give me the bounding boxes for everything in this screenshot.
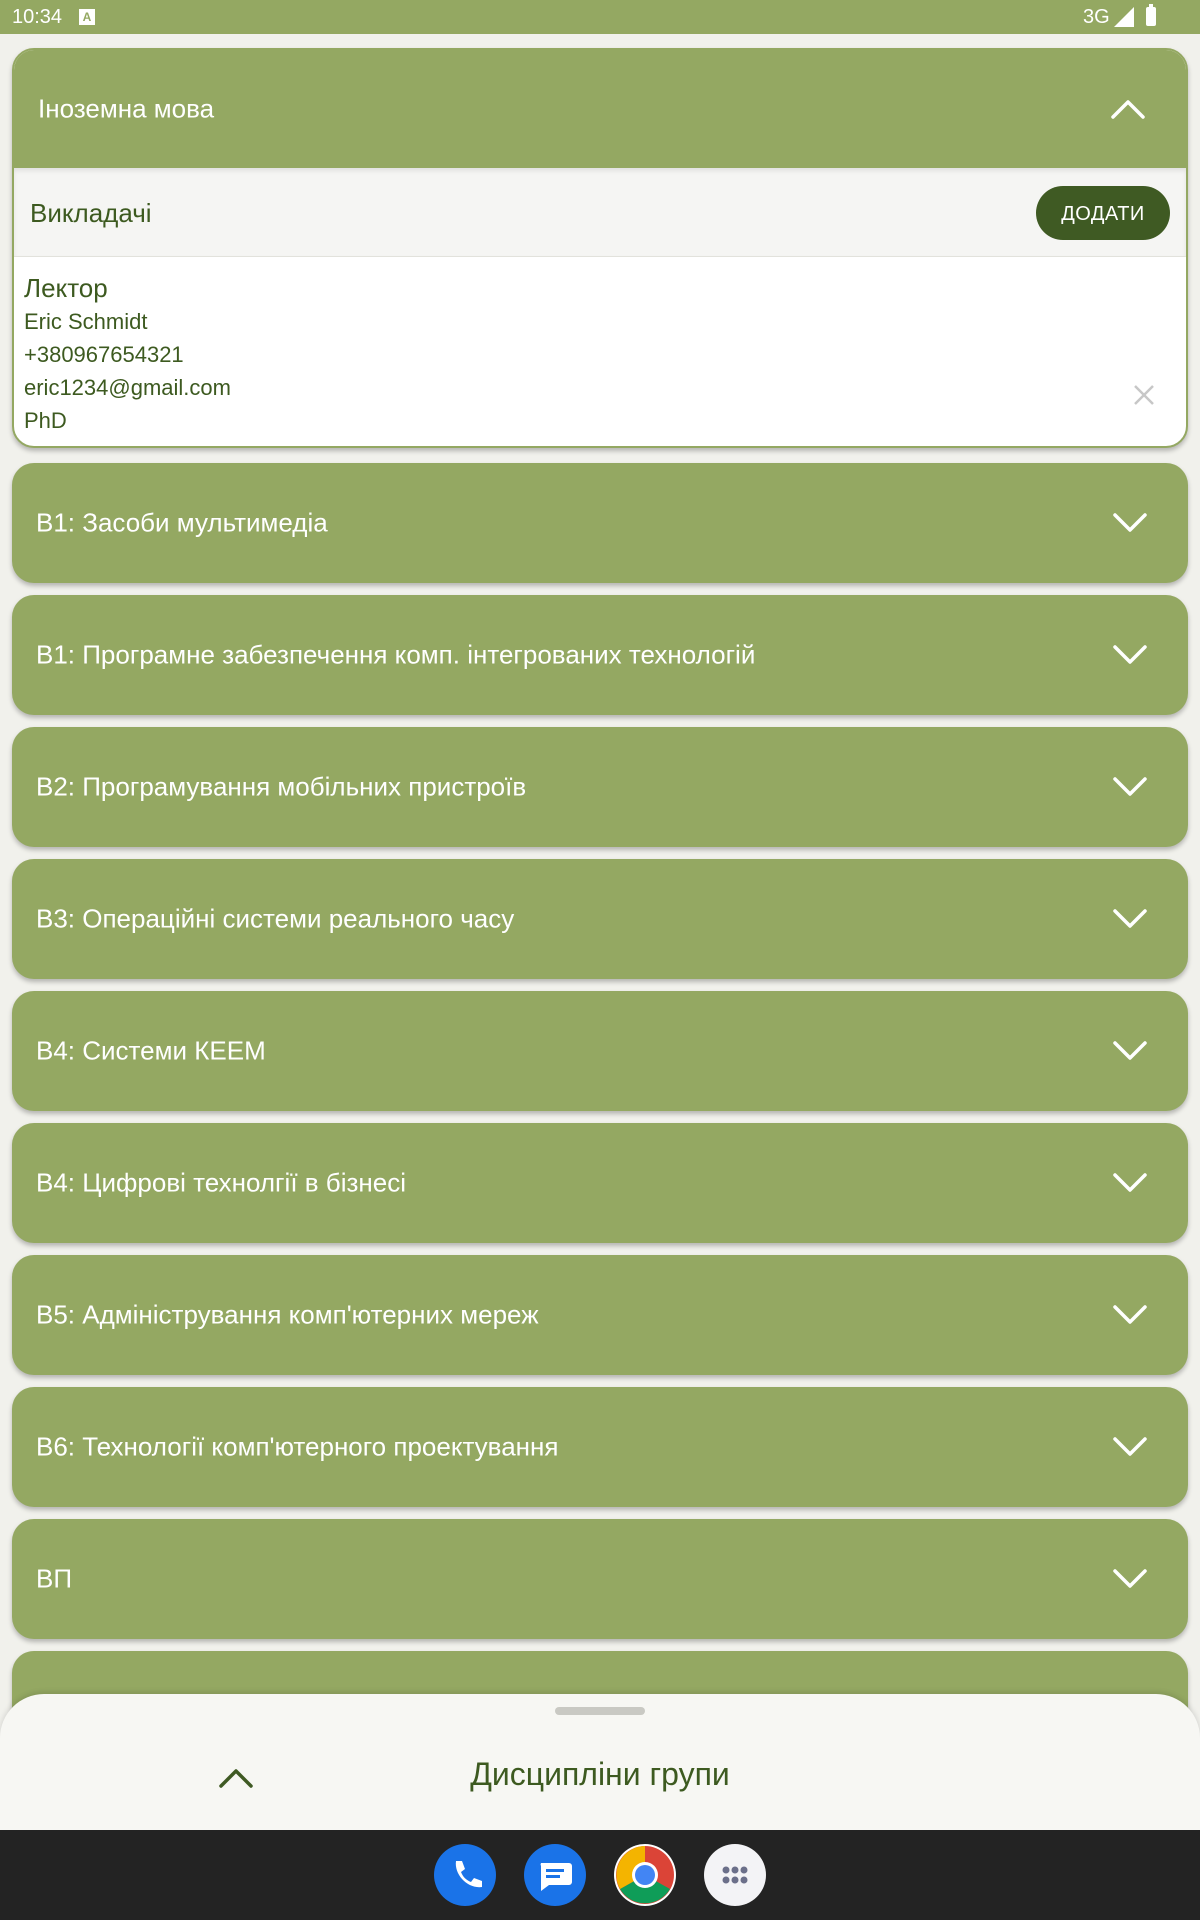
subject-card[interactable]: В3: Операційні системи реального часу bbox=[12, 859, 1188, 979]
subject-card[interactable]: В2: Програмування мобільних пристроїв bbox=[12, 727, 1188, 847]
subject-card-header[interactable]: Іноземна мова bbox=[14, 50, 1186, 168]
teachers-label: Викладачі bbox=[30, 198, 152, 228]
bottom-sheet-title: Дисципліни групи bbox=[470, 1756, 730, 1792]
chevron-down-icon[interactable] bbox=[1112, 1304, 1148, 1326]
network-type: 3G bbox=[1083, 6, 1110, 28]
chevron-down-icon[interactable] bbox=[1112, 776, 1148, 798]
chevron-down-icon[interactable] bbox=[1112, 1568, 1148, 1590]
close-icon[interactable] bbox=[1132, 383, 1156, 407]
chevron-down-icon[interactable] bbox=[1112, 1040, 1148, 1062]
subject-card[interactable]: В1: Програмне забезпечення комп. інтегро… bbox=[12, 595, 1188, 715]
phone-icon[interactable] bbox=[434, 1844, 496, 1906]
accessibility-a-icon: A bbox=[79, 9, 95, 25]
subject-title: В1: Засоби мультимедіа bbox=[36, 507, 328, 538]
chevron-down-icon[interactable] bbox=[1112, 512, 1148, 534]
bottom-sheet[interactable]: Дисципліни групи bbox=[0, 1694, 1200, 1830]
apps-icon[interactable] bbox=[704, 1844, 766, 1906]
subject-title: В4: Системи КЕЕМ bbox=[36, 1035, 266, 1066]
subject-title: В2: Програмування мобільних пристроїв bbox=[36, 771, 527, 802]
subject-title: В5: Адміністрування комп'ютерних мереж bbox=[36, 1299, 539, 1330]
drag-handle[interactable] bbox=[555, 1707, 645, 1715]
subject-card[interactable]: В6: Технології комп'ютерного проектуванн… bbox=[12, 1387, 1188, 1507]
chevron-down-icon[interactable] bbox=[1112, 1436, 1148, 1458]
subject-title: ВП bbox=[36, 1563, 73, 1594]
subject-card[interactable]: В4: Цифрові технолгії в бізнесі bbox=[12, 1123, 1188, 1243]
status-bar: 10:34 A 3G bbox=[0, 0, 1200, 34]
subject-title: Іноземна мова bbox=[38, 93, 215, 124]
app-dock bbox=[0, 1830, 1200, 1920]
subject-title: В1: Програмне забезпечення комп. інтегро… bbox=[36, 639, 756, 670]
status-time: 10:34 bbox=[12, 6, 63, 28]
teachers-bar: Викладачі ДОДАТИ bbox=[14, 168, 1186, 257]
teacher-entry: Лектор Eric Schmidt +380967654321 eric12… bbox=[14, 257, 1186, 446]
subject-card-expanded: Іноземна мова Викладачі ДОДАТИ Лектор Er… bbox=[12, 48, 1188, 448]
chevron-down-icon[interactable] bbox=[1112, 908, 1148, 930]
subject-card[interactable]: В1: Засоби мультимедіа bbox=[12, 463, 1188, 583]
subject-title: В6: Технології комп'ютерного проектуванн… bbox=[36, 1431, 559, 1462]
chevron-up-icon[interactable] bbox=[1110, 98, 1146, 120]
teacher-phone: +380967654321 bbox=[24, 342, 184, 367]
subject-card[interactable]: В5: Адміністрування комп'ютерних мереж bbox=[12, 1255, 1188, 1375]
subject-card[interactable]: В4: Системи КЕЕМ bbox=[12, 991, 1188, 1111]
teacher-email: eric1234@gmail.com bbox=[24, 375, 231, 400]
teacher-role: Лектор bbox=[24, 273, 108, 303]
subject-title: В3: Операційні системи реального часу bbox=[36, 903, 515, 934]
chevron-down-icon[interactable] bbox=[1112, 1172, 1148, 1194]
chevron-down-icon[interactable] bbox=[1112, 644, 1148, 666]
subject-title: В4: Цифрові технолгії в бізнесі bbox=[36, 1167, 406, 1198]
chrome-icon[interactable] bbox=[614, 1844, 676, 1906]
signal-icon bbox=[1114, 7, 1134, 27]
battery-icon bbox=[1146, 4, 1156, 26]
teacher-name: Eric Schmidt bbox=[24, 309, 148, 334]
subject-card[interactable]: ВП bbox=[12, 1519, 1188, 1639]
teacher-degree: PhD bbox=[24, 408, 67, 433]
add-teacher-button[interactable]: ДОДАТИ bbox=[1036, 186, 1170, 240]
messages-icon[interactable] bbox=[524, 1844, 586, 1906]
